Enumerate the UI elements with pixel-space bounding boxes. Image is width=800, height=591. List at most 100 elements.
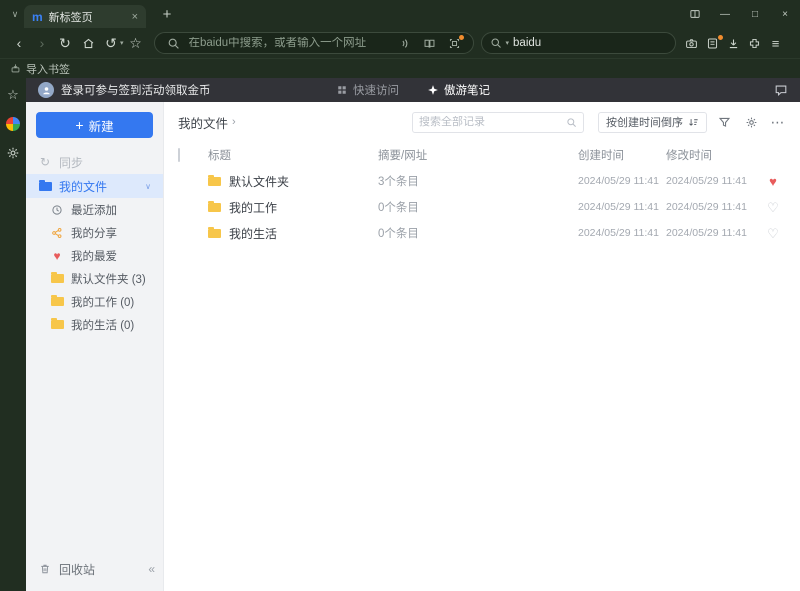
folder-icon	[208, 174, 221, 186]
minimize-button[interactable]: —	[710, 0, 740, 28]
list-toolbar: 我的文件 › 按创建时间倒序	[178, 111, 788, 133]
read-aloud-icon[interactable]	[395, 34, 414, 53]
edge-rail: ☆	[0, 78, 26, 591]
search-icon	[164, 34, 183, 53]
home-button[interactable]	[77, 32, 99, 54]
search-engine-dropdown-icon[interactable]: ▾	[506, 39, 510, 47]
column-title[interactable]: 标题	[208, 147, 378, 163]
select-all-checkbox[interactable]	[178, 148, 180, 162]
row-title: 我的生活	[229, 226, 278, 241]
login-area[interactable]: 登录可参与签到活动领取金币	[38, 82, 211, 98]
table-row[interactable]: 默认文件夹 3个条目 2024/05/29 11:41 2024/05/29 1…	[178, 168, 788, 194]
folder-icon	[50, 272, 64, 283]
plus-icon: +	[75, 117, 84, 133]
split-screen-icon[interactable]	[680, 0, 710, 28]
favorite-page-star-icon[interactable]: ☆	[125, 32, 147, 54]
sidebar-item-sync[interactable]: ↻ 同步	[26, 150, 163, 174]
table-row[interactable]: 我的生活 0个条目 2024/05/29 11:41 2024/05/29 11…	[178, 220, 788, 246]
screenshot-icon[interactable]	[445, 34, 464, 53]
favorite-icon[interactable]: ♡	[758, 227, 788, 240]
sidebar-item-my-favorites[interactable]: ♥ 我的最爱	[26, 244, 163, 267]
extensions-icon[interactable]	[744, 34, 765, 53]
tab-quick-access-label: 快速访问	[353, 85, 399, 97]
browser-toolbar: ‹ › ↻ ↺ ▾ ☆ ▾	[0, 28, 800, 58]
undo-button[interactable]: ↺	[100, 32, 122, 54]
sort-button[interactable]: 按创建时间倒序	[598, 111, 707, 133]
avatar[interactable]	[38, 82, 54, 98]
favorite-icon[interactable]: ♥	[758, 175, 788, 188]
column-modified[interactable]: 修改时间	[666, 147, 758, 163]
address-input[interactable]	[188, 37, 389, 49]
breadcrumb[interactable]: 我的文件 ›	[178, 113, 236, 132]
tab-quick-access[interactable]: 快速访问	[336, 82, 399, 98]
sidebar-item-recycle-bin[interactable]: 回收站	[26, 557, 148, 581]
trash-icon	[38, 563, 52, 575]
settings-gear-icon[interactable]	[741, 116, 761, 129]
records-search-input[interactable]	[419, 116, 562, 128]
page-body: + 新建 ↻ 同步 我的文件 ∨ 最近添加 我的分享 ♥ 我的最爱 默认文件夹 …	[26, 102, 800, 591]
window-menu-chevron-icon[interactable]: ∨	[6, 9, 24, 20]
row-summary: 0个条目	[378, 202, 419, 214]
notes-star-icon	[428, 85, 438, 95]
tab-maxthon-notes[interactable]: 傲游笔记	[427, 82, 490, 98]
my-files-children: 最近添加 我的分享 ♥ 我的最爱 默认文件夹 (3) 我的工作 (0) 我的生活…	[26, 198, 163, 336]
bookmarks-bar: 导入书签	[0, 58, 800, 78]
rail-settings-gear-icon[interactable]	[5, 145, 21, 161]
row-created: 2024/05/29 11:41	[578, 227, 659, 239]
address-bar[interactable]	[153, 32, 474, 54]
chevron-right-icon: ›	[232, 116, 236, 128]
back-button[interactable]: ‹	[8, 32, 30, 54]
new-tab-button[interactable]: +	[156, 6, 178, 23]
content-area: ☆ 登录可参与签到活动领取金币 快速访问 傲游笔记 + 新建 ↻ 同步 我的文件…	[0, 78, 800, 591]
import-bookmarks-button[interactable]: 导入书签	[10, 61, 70, 77]
maxthon-logo-icon: m	[32, 9, 43, 24]
notification-dot	[458, 34, 464, 40]
chevron-down-icon[interactable]: ∨	[145, 182, 151, 191]
tab-close-icon[interactable]: ×	[132, 11, 138, 23]
camera-icon[interactable]	[681, 34, 702, 53]
new-note-label: 新建	[88, 119, 114, 134]
records-search[interactable]	[412, 111, 584, 133]
sidebar-item-my-files[interactable]: 我的文件 ∨	[26, 174, 163, 198]
tab-title: 新标签页	[48, 11, 93, 24]
refresh-button[interactable]: ↻	[54, 32, 76, 54]
row-created: 2024/05/29 11:41	[578, 201, 659, 213]
close-window-button[interactable]: ×	[770, 0, 800, 28]
column-created[interactable]: 创建时间	[578, 147, 666, 163]
table-row[interactable]: 我的工作 0个条目 2024/05/29 11:41 2024/05/29 11…	[178, 194, 788, 220]
more-options-icon[interactable]: ⋯	[768, 115, 788, 129]
rail-favorites-icon[interactable]: ☆	[5, 87, 21, 103]
maxnote-icon[interactable]	[702, 34, 724, 53]
import-bookmarks-label: 导入书签	[26, 63, 70, 76]
sidebar-item-my-work[interactable]: 我的工作 (0)	[26, 290, 163, 313]
feedback-chat-icon[interactable]	[774, 83, 788, 97]
search-widget-input[interactable]	[513, 37, 668, 49]
download-icon[interactable]	[723, 34, 744, 53]
maximize-button[interactable]: □	[740, 0, 770, 28]
collapse-sidebar-icon[interactable]: «	[148, 562, 155, 576]
sidebar-item-my-shares[interactable]: 我的分享	[26, 221, 163, 244]
heart-icon: ♥	[53, 248, 61, 263]
history-dropdown-icon[interactable]: ▾	[120, 39, 124, 47]
sidebar-item-recently-added[interactable]: 最近添加	[26, 198, 163, 221]
pinwheel-logo-icon	[6, 117, 20, 131]
column-summary[interactable]: 摘要/网址	[378, 147, 578, 163]
filter-icon[interactable]	[714, 116, 734, 129]
search-widget[interactable]: ▾	[480, 32, 677, 54]
folder-icon	[50, 318, 64, 329]
row-title: 我的工作	[229, 200, 278, 215]
new-note-button[interactable]: + 新建	[36, 112, 153, 138]
reader-mode-icon[interactable]	[420, 34, 439, 53]
notes-page: 登录可参与签到活动领取金币 快速访问 傲游笔记 + 新建 ↻ 同步 我的文件 ∨…	[26, 78, 800, 591]
browser-tab-new-tab[interactable]: m 新标签页 ×	[24, 5, 146, 28]
sidebar-item-default-folder[interactable]: 默认文件夹 (3)	[26, 267, 163, 290]
forward-button[interactable]: ›	[31, 32, 53, 54]
clock-icon	[50, 204, 64, 216]
rail-notes-icon[interactable]	[5, 116, 21, 132]
login-text: 登录可参与签到活动领取金币	[61, 85, 211, 97]
favorite-icon[interactable]: ♡	[758, 201, 788, 214]
sidebar-item-my-life[interactable]: 我的生活 (0)	[26, 313, 163, 336]
row-summary: 0个条目	[378, 228, 419, 240]
main-menu-icon[interactable]: ≡	[765, 34, 786, 53]
grid-icon	[338, 86, 346, 94]
